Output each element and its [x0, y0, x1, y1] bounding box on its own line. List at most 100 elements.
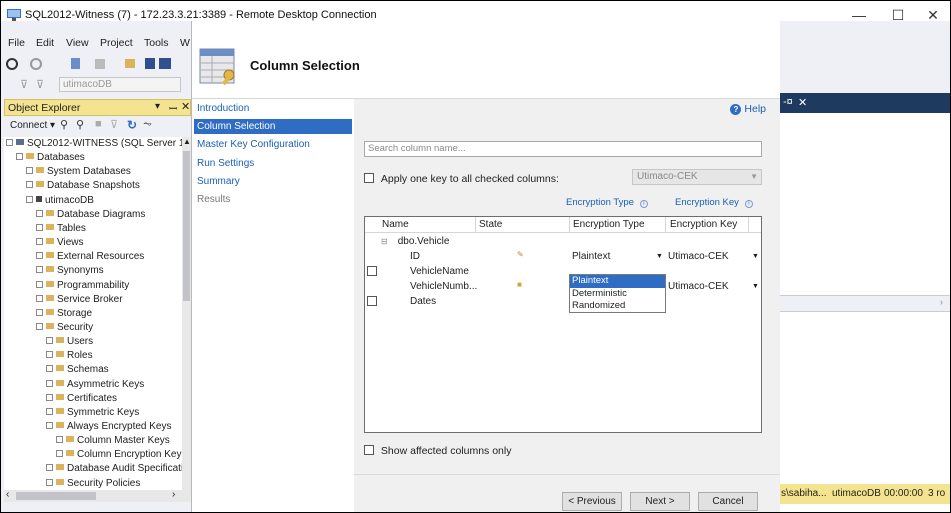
- tree-node[interactable]: Database Audit Specification: [46, 462, 182, 476]
- expand-icon[interactable]: [56, 436, 63, 444]
- tree-node[interactable]: Database Snapshots: [26, 179, 140, 193]
- tree-node[interactable]: External Resources: [36, 250, 144, 264]
- wizard-step-run-settings[interactable]: Run Settings: [194, 156, 352, 171]
- chevron-down-icon[interactable]: ▼: [752, 250, 759, 264]
- results-splitter[interactable]: ›: [780, 295, 950, 312]
- encryption-key-combo[interactable]: Utimaco-CEK ▼: [668, 250, 760, 264]
- next-button[interactable]: Next >: [630, 492, 690, 511]
- close-tab-icon[interactable]: ✕: [798, 96, 807, 109]
- expand-icon[interactable]: [46, 393, 53, 401]
- chevron-down-icon[interactable]: ▼: [752, 280, 759, 294]
- new-file-icon[interactable]: [95, 59, 105, 69]
- collapse-icon[interactable]: [26, 195, 33, 203]
- save-all-icon[interactable]: [159, 58, 171, 69]
- tree-node[interactable]: Schemas: [46, 363, 109, 377]
- tree-node[interactable]: Database Diagrams: [36, 208, 145, 222]
- column-checkbox[interactable]: [367, 266, 377, 276]
- menu-window[interactable]: W: [180, 37, 190, 49]
- refresh-icon[interactable]: ↻: [127, 118, 137, 132]
- expand-icon[interactable]: [46, 379, 53, 387]
- save-icon[interactable]: [145, 58, 155, 69]
- grid-header-name[interactable]: Name: [382, 219, 409, 230]
- back-icon[interactable]: [6, 58, 18, 70]
- filter-icon[interactable]: ⊽: [110, 118, 118, 131]
- wizard-step-column-selection[interactable]: Column Selection: [194, 119, 352, 135]
- expand-icon[interactable]: [36, 294, 43, 302]
- tree-node[interactable]: Certificates: [46, 392, 117, 406]
- encryption-type-filter-header[interactable]: Encryption Type i: [566, 197, 648, 208]
- scroll-up-icon[interactable]: ▲: [183, 137, 191, 146]
- expand-icon[interactable]: [46, 407, 53, 415]
- collapse-icon[interactable]: [16, 153, 23, 161]
- menu-edit[interactable]: Edit: [36, 37, 54, 49]
- dropdown-option[interactable]: Deterministic: [570, 288, 665, 301]
- collapse-icon[interactable]: [6, 139, 13, 146]
- tree-node[interactable]: Storage: [36, 307, 92, 321]
- expand-icon[interactable]: [26, 181, 33, 189]
- show-affected-checkbox[interactable]: [364, 445, 374, 455]
- expand-icon[interactable]: [46, 365, 53, 373]
- search-column-input[interactable]: Search column name...: [364, 141, 762, 157]
- tree-node[interactable]: Column Master Keys: [56, 434, 170, 448]
- column-checkbox[interactable]: [367, 296, 377, 306]
- tree-node[interactable]: utimacoDB: [26, 194, 94, 208]
- help-link[interactable]: ? Help: [730, 103, 766, 115]
- encryption-type-combo[interactable]: Plaintext ▼: [572, 250, 664, 264]
- grid-header-encryption-type[interactable]: Encryption Type: [573, 219, 645, 230]
- apply-one-key-checkbox[interactable]: [364, 173, 374, 183]
- tree-node[interactable]: System Databases: [26, 165, 131, 179]
- expand-icon[interactable]: [46, 464, 53, 472]
- forward-icon[interactable]: [30, 58, 42, 70]
- tree-node[interactable]: Service Broker: [36, 293, 123, 307]
- collapse-icon[interactable]: ⊟: [381, 237, 388, 246]
- tree-node[interactable]: Views: [36, 236, 84, 250]
- pin-tab-icon[interactable]: -¤: [783, 96, 793, 108]
- pane-options-icon[interactable]: ▾: [155, 101, 160, 112]
- table-node[interactable]: ⊟ dbo.Vehicle: [381, 234, 449, 249]
- tree-node[interactable]: Security Policies: [46, 477, 140, 490]
- expand-icon[interactable]: [36, 223, 43, 231]
- tree-node[interactable]: Security: [36, 321, 93, 335]
- wizard-step-summary[interactable]: Summary: [194, 174, 352, 189]
- menu-project[interactable]: Project: [100, 37, 133, 49]
- scroll-right-icon[interactable]: ›: [940, 297, 943, 307]
- pin-icon[interactable]: ꟷ: [169, 101, 177, 115]
- tree-node[interactable]: Synonyms: [36, 264, 104, 278]
- pane-close-icon[interactable]: ✕: [181, 100, 190, 113]
- tree-node[interactable]: Always Encrypted Keys: [46, 420, 172, 434]
- expand-icon[interactable]: [36, 238, 43, 246]
- tree-node[interactable]: Asymmetric Keys: [46, 378, 144, 392]
- connect-icon[interactable]: ⚲: [60, 118, 68, 131]
- expand-icon[interactable]: [46, 337, 53, 345]
- apply-key-combo[interactable]: Utimaco-CEK ▼: [632, 169, 762, 185]
- database-combo[interactable]: utimacoDB: [59, 77, 181, 92]
- encryption-key-filter-header[interactable]: Encryption Key i: [675, 197, 753, 208]
- menu-file[interactable]: File: [8, 37, 25, 49]
- dropdown-option[interactable]: Randomized: [570, 300, 665, 313]
- tree-node[interactable]: Databases: [16, 151, 85, 165]
- collapse-icon[interactable]: [46, 422, 53, 429]
- tree-node[interactable]: Roles: [46, 349, 93, 363]
- activity-monitor-icon[interactable]: ⏦: [143, 118, 152, 131]
- encryption-key-combo[interactable]: Utimaco-CEK ▼: [668, 280, 760, 294]
- grid-header-state[interactable]: State: [479, 219, 502, 230]
- tree-node[interactable]: SQL2012-WITNESS (SQL Server 14.0.3: [6, 137, 182, 151]
- stop-icon[interactable]: ■: [95, 118, 102, 130]
- expand-icon[interactable]: [36, 308, 43, 316]
- expand-icon[interactable]: [46, 351, 53, 359]
- tree-node[interactable]: Symmetric Keys: [46, 406, 139, 420]
- previous-button[interactable]: < Previous: [562, 492, 622, 511]
- scroll-left-icon[interactable]: ‹: [6, 489, 9, 500]
- connect-button[interactable]: Connect ▾: [10, 120, 55, 131]
- scroll-thumb[interactable]: [183, 151, 190, 301]
- menu-view[interactable]: View: [66, 37, 89, 49]
- tree-vertical-scrollbar[interactable]: ▲: [182, 137, 191, 490]
- cancel-button[interactable]: Cancel: [698, 492, 758, 511]
- chevron-down-icon[interactable]: ▼: [656, 250, 663, 264]
- tree-node[interactable]: Programmability: [36, 279, 129, 293]
- filter-settings-icon[interactable]: ⊽: [36, 78, 44, 91]
- scroll-right-icon[interactable]: ›: [172, 489, 175, 500]
- expand-icon[interactable]: [36, 252, 43, 260]
- tree-node[interactable]: Column Encryption Keys: [56, 448, 182, 462]
- scroll-thumb[interactable]: [16, 492, 96, 500]
